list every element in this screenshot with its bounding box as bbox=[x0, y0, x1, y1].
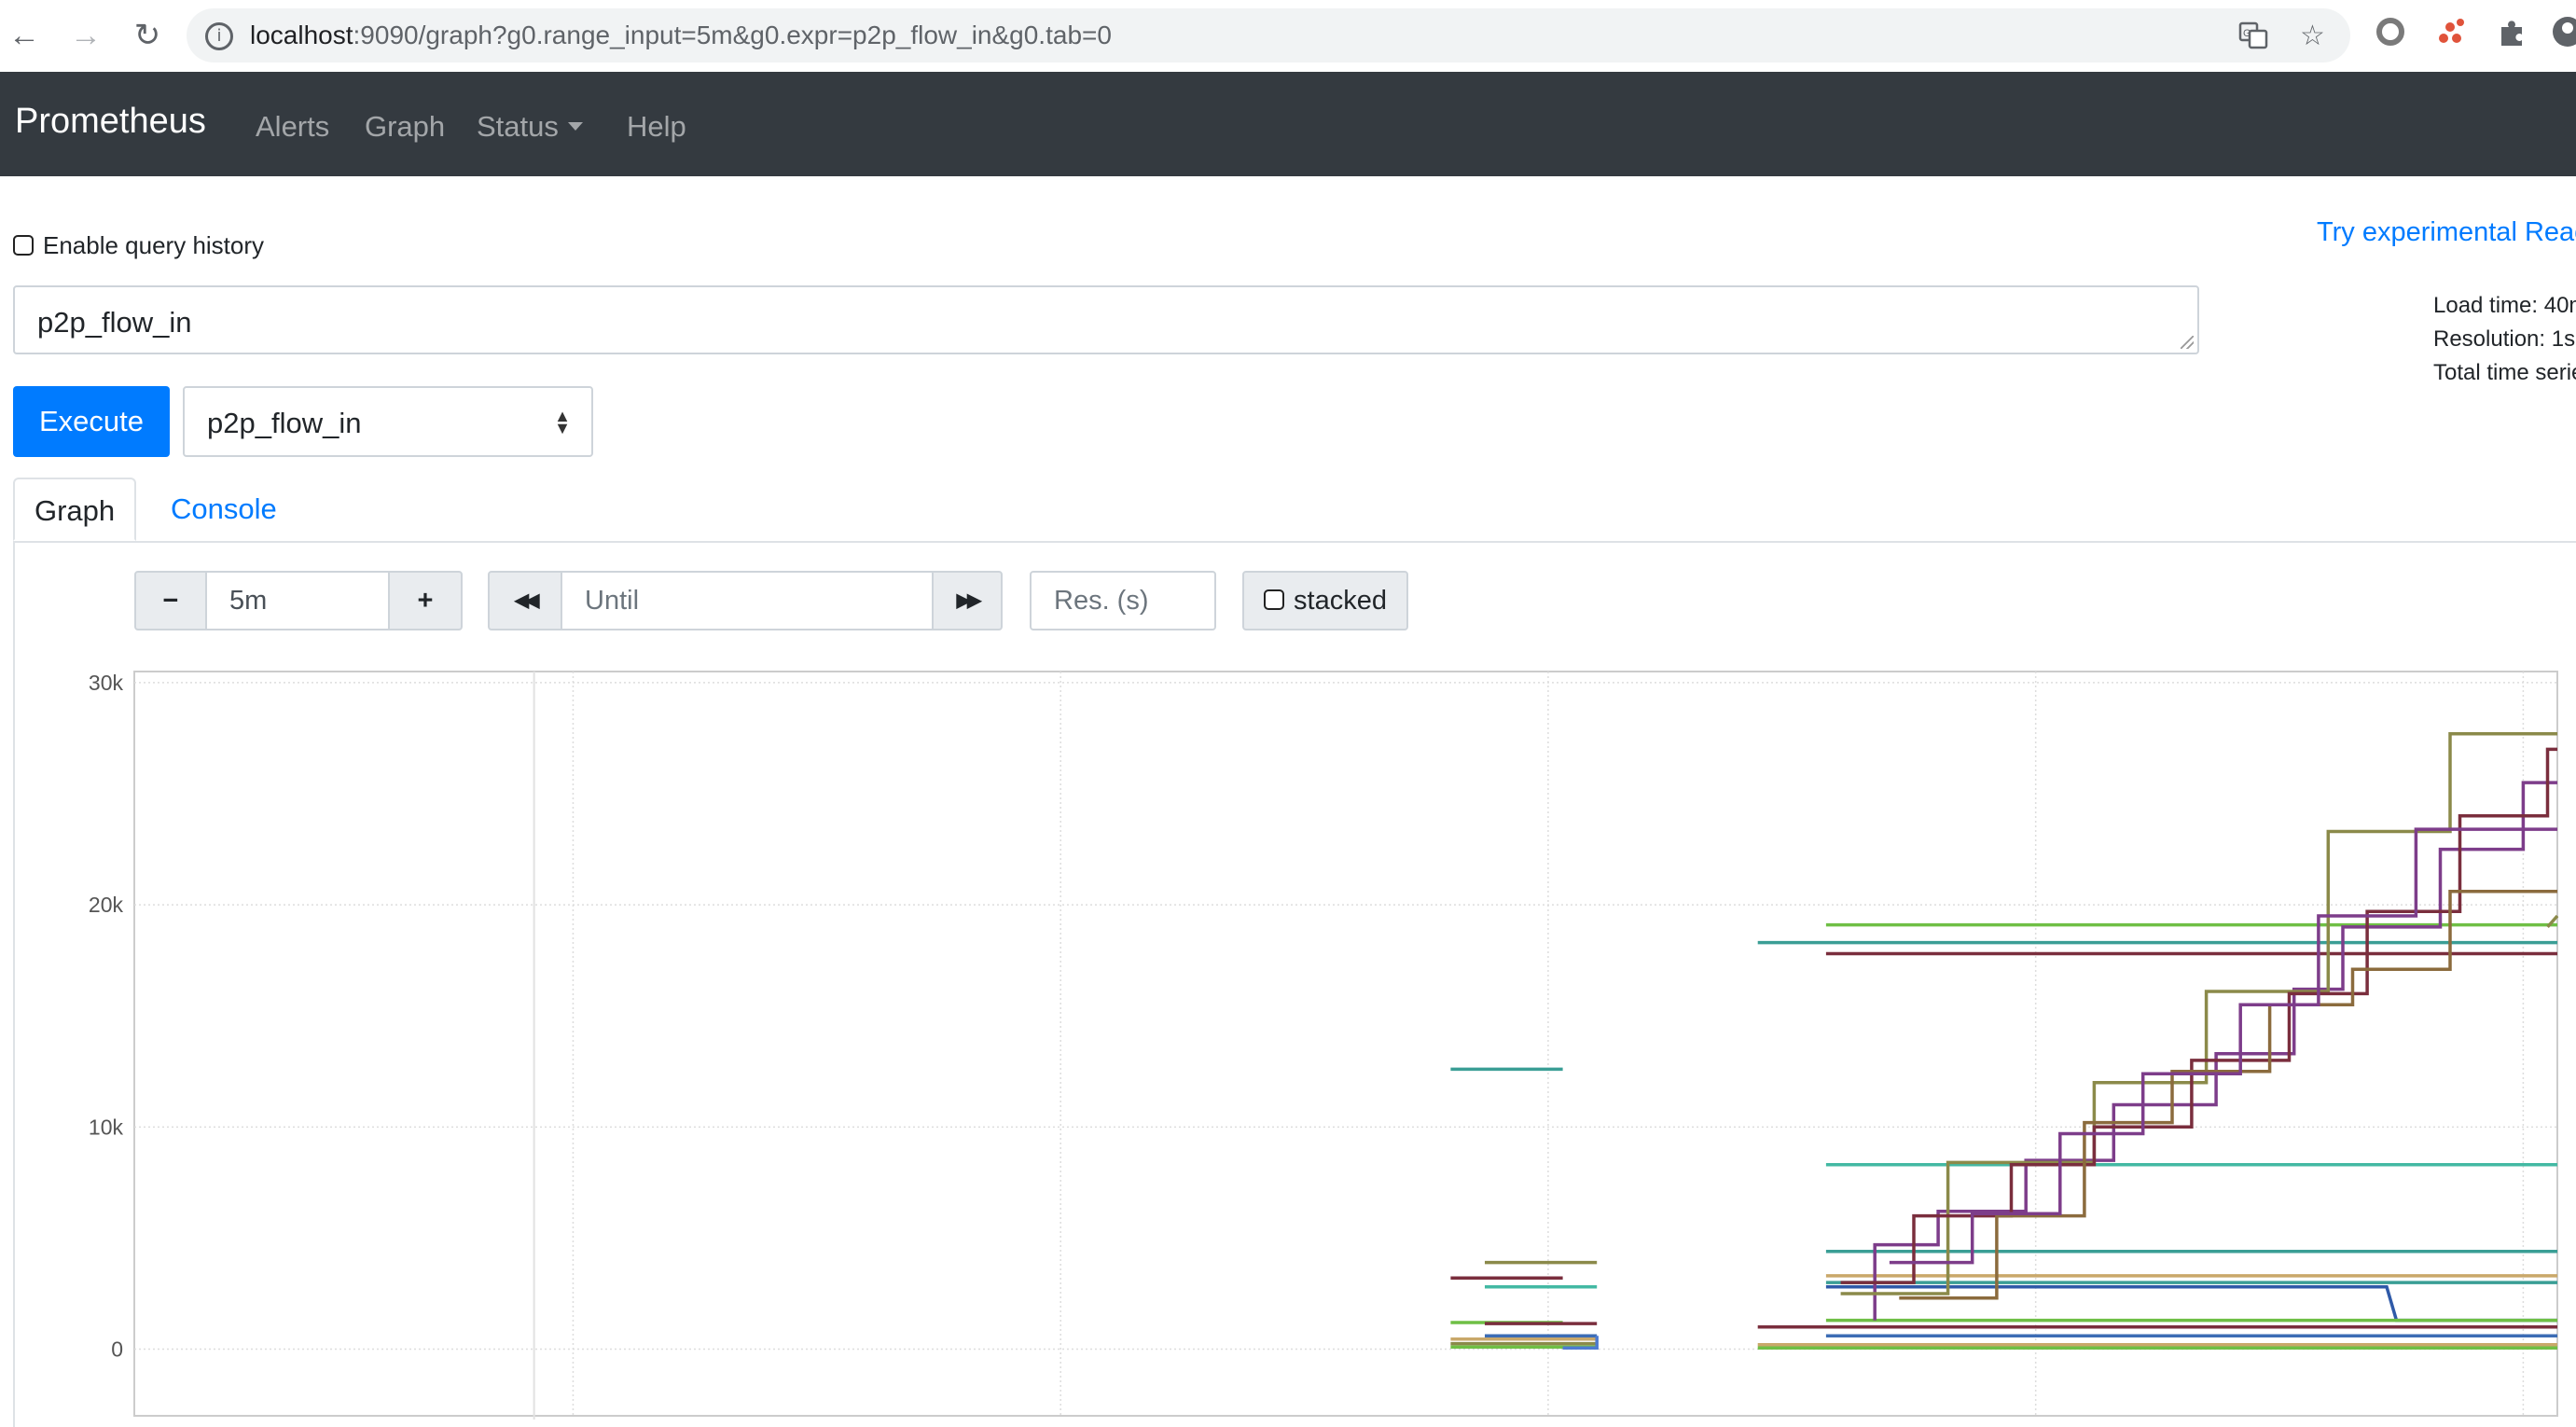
url-host: localhost bbox=[250, 21, 353, 49]
stacked-checkbox[interactable] bbox=[1264, 589, 1285, 611]
extension-icon[interactable] bbox=[2496, 16, 2528, 55]
browser-toolbar: ← → ↻ i localhost:9090/graph?g0.range_in… bbox=[0, 0, 2576, 73]
time-series-chart[interactable]: 010k20k30k5556575859 bbox=[0, 653, 2576, 1427]
time-forward-button[interactable]: ▶▶ bbox=[932, 571, 1003, 630]
metric-select[interactable]: p2p_flow_in ▲ ▼ bbox=[183, 386, 593, 457]
query-history-label: Enable query history bbox=[43, 231, 265, 259]
info-icon[interactable]: i bbox=[205, 22, 233, 50]
until-input[interactable]: Until bbox=[561, 571, 934, 630]
forward-icon[interactable]: → bbox=[67, 17, 104, 54]
load-time: Load time: 40ms bbox=[2433, 293, 2576, 318]
y-tick-label: 0 bbox=[111, 1337, 123, 1362]
tab-graph[interactable]: Graph bbox=[13, 478, 137, 541]
resolution-placeholder: Res. (s) bbox=[1054, 586, 1149, 616]
translate-icon[interactable]: G bbox=[2238, 20, 2268, 57]
total-series: Total time series: 40 bbox=[2433, 360, 2576, 385]
series-line-28 bbox=[1889, 827, 2557, 1265]
chart-axes: 010k20k30k5556575859 bbox=[89, 671, 2555, 1427]
y-tick-label: 30k bbox=[89, 671, 124, 695]
star-icon[interactable]: ☆ bbox=[2300, 20, 2325, 52]
execute-button[interactable]: Execute bbox=[13, 386, 170, 457]
profile-icon[interactable] bbox=[2552, 16, 2576, 55]
stacked-toggle[interactable]: stacked bbox=[1242, 571, 1408, 630]
nav-graph[interactable]: Graph bbox=[365, 110, 445, 144]
expression-text: p2p_flow_in bbox=[37, 306, 192, 339]
range-increase-button[interactable]: + bbox=[388, 571, 463, 630]
stacked-label: stacked bbox=[1294, 586, 1387, 616]
series-line-24 bbox=[1873, 781, 2557, 1321]
tab-console[interactable]: Console bbox=[151, 478, 297, 541]
select-arrows-icon: ▲ ▼ bbox=[554, 407, 571, 437]
query-stats: Load time: 40ms Resolution: 1s Total tim… bbox=[2433, 289, 2576, 390]
resolution-input[interactable]: Res. (s) bbox=[1030, 571, 1216, 630]
back-icon[interactable]: ← bbox=[6, 17, 43, 54]
nav-status-label: Status bbox=[477, 110, 559, 143]
address-bar[interactable]: i localhost:9090/graph?g0.range_input=5m… bbox=[187, 8, 2350, 62]
series-line-25 bbox=[1840, 731, 2557, 1295]
chevron-down-icon bbox=[567, 122, 583, 132]
extension-circle-icon[interactable] bbox=[2375, 16, 2406, 55]
series-line-18 bbox=[1825, 1285, 2557, 1323]
url-path: :9090/graph?g0.range_input=5m&g0.expr=p2… bbox=[353, 21, 1112, 49]
metric-select-value: p2p_flow_in bbox=[207, 407, 362, 439]
time-back-button[interactable]: ◀◀ bbox=[488, 571, 562, 630]
url-text[interactable]: localhost:9090/graph?g0.range_input=5m&g… bbox=[250, 21, 1112, 50]
nav-alerts[interactable]: Alerts bbox=[256, 110, 329, 144]
range-input[interactable]: 5m bbox=[205, 571, 390, 630]
chart-grid bbox=[133, 671, 2558, 1420]
chart-series bbox=[1450, 731, 2559, 1351]
y-tick-label: 10k bbox=[89, 1115, 124, 1139]
plot-frame bbox=[133, 671, 2558, 1417]
expression-input[interactable]: p2p_flow_in bbox=[13, 285, 2199, 354]
resolution: Resolution: 1s bbox=[2433, 326, 2576, 352]
reload-icon[interactable]: ↻ bbox=[129, 17, 166, 54]
nav-help[interactable]: Help bbox=[627, 110, 686, 144]
query-history-toggle[interactable]: Enable query history bbox=[13, 231, 264, 260]
resize-handle[interactable] bbox=[2181, 336, 2194, 349]
navbar: Prometheus Alerts Graph Status Help bbox=[0, 72, 2576, 176]
y-tick-label: 20k bbox=[89, 893, 124, 917]
tab-bar: Graph Console bbox=[13, 478, 2576, 543]
checkbox[interactable] bbox=[13, 235, 34, 256]
extension-network-icon[interactable] bbox=[2434, 16, 2466, 55]
range-decrease-button[interactable]: − bbox=[134, 571, 207, 630]
nav-status[interactable]: Status bbox=[477, 110, 583, 144]
try-experimental-link[interactable]: Try experimental React UI bbox=[2317, 217, 2576, 248]
until-placeholder: Until bbox=[585, 586, 640, 616]
brand-logo[interactable]: Prometheus bbox=[15, 102, 206, 142]
svg-text:G: G bbox=[2243, 28, 2251, 39]
